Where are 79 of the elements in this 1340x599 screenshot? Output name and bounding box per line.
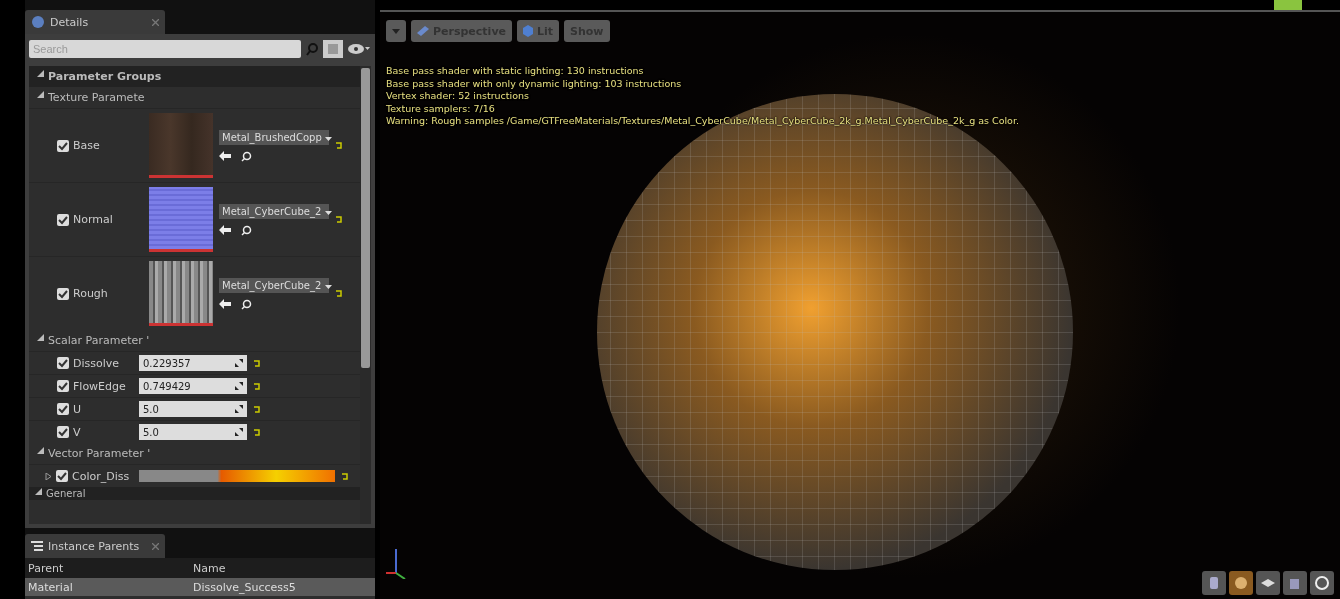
asset-dropdown[interactable]: Metal_CyberCube_2 (219, 203, 329, 219)
table-cell-text: Material (27, 580, 74, 594)
drag-arrows-icon[interactable] (235, 428, 243, 436)
parameter-label: Normal (73, 213, 113, 226)
caret-icon (392, 28, 400, 34)
collapse-triangle-icon[interactable] (37, 70, 44, 77)
parameter-label: Rough (73, 287, 108, 300)
axis-gizmo-icon (386, 549, 406, 579)
drag-arrows-icon[interactable] (235, 382, 243, 390)
column-header[interactable]: Name (193, 561, 226, 575)
asset-dropdown[interactable]: Metal_CyberCube_2 (219, 277, 329, 293)
texture-thumbnail[interactable] (149, 261, 213, 326)
table-cell: Dissolve_Success5 (193, 580, 296, 594)
parameter-label: Color_Diss (72, 469, 130, 483)
section-header[interactable]: General (29, 487, 360, 500)
preview-shape-button[interactable] (1202, 571, 1226, 595)
sphere-icon (1233, 575, 1249, 591)
stats-line: Vertex shader: 52 instructions (386, 90, 530, 103)
caret-icon (324, 284, 332, 289)
close-icon[interactable] (152, 542, 159, 550)
scrollbar-thumb[interactable] (361, 68, 370, 368)
caret-icon (324, 136, 332, 141)
close-icon[interactable] (152, 18, 159, 26)
asset-dropdown[interactable]: Metal_BrushedCopp (219, 129, 329, 145)
column-header[interactable]: Parent (25, 561, 193, 575)
drag-arrows-icon[interactable] (235, 405, 243, 413)
checkbox[interactable] (57, 213, 69, 226)
checkbox[interactable] (57, 380, 69, 392)
caret-icon (324, 210, 332, 215)
section-header[interactable]: Parameter Groups (29, 66, 360, 87)
texture-thumbnail[interactable] (149, 113, 213, 178)
group-title: Vector Parameter ' (48, 447, 151, 460)
stats-line: Texture samplers: 7/16 (386, 102, 496, 116)
preview-shape-button[interactable] (1256, 571, 1280, 595)
instance-parents-tab[interactable]: Instance Parents (25, 534, 165, 558)
parameter-label: Base (73, 139, 100, 152)
texture-thumbnail[interactable] (149, 187, 213, 252)
preview-shape-button[interactable] (1310, 571, 1334, 595)
collapse-triangle-icon[interactable] (35, 488, 42, 495)
checkbox[interactable] (57, 139, 69, 152)
search-icon[interactable] (241, 298, 252, 310)
info-icon (31, 15, 45, 29)
stats-line: Base pass shader with only dynamic lighting: 103 instructions (386, 77, 683, 91)
arrow-icon[interactable] (219, 298, 231, 309)
drag-arrows-icon[interactable] (235, 359, 243, 367)
preview-shape-button[interactable] (1283, 571, 1307, 595)
collapse-triangle-icon[interactable] (37, 334, 44, 341)
group-title: Scalar Parameter ' (48, 334, 150, 347)
eye-icon[interactable] (347, 43, 371, 55)
preview-shape-button[interactable] (1229, 571, 1253, 595)
stats-line: Base pass shader with static lighting: 130 instructions (386, 65, 645, 78)
refresh-icon (1314, 575, 1330, 591)
details-tab[interactable]: Details (25, 10, 165, 34)
parameter-label: FlowEdge (73, 379, 126, 393)
number-field[interactable]: 5.0 (139, 401, 247, 417)
checkbox[interactable] (57, 403, 69, 415)
group-title: Texture Paramete (48, 91, 145, 104)
list-icon (31, 541, 43, 551)
parameter-label: V (73, 425, 81, 439)
color-swatch[interactable] (139, 470, 335, 482)
search-field[interactable]: Search (29, 40, 301, 58)
arrow-icon[interactable] (219, 224, 231, 235)
stats-line: Warning: Rough samples /Game/GTFreeMaterials/Textures/Metal_CyberCube/Metal_CyberCube_2k_g.Metal_CyberCube_2k_g as Color. (386, 115, 1019, 128)
arrow-icon[interactable] (219, 150, 231, 161)
parameter-label: Dissolve (73, 356, 120, 370)
collapse-triangle-icon[interactable] (37, 91, 44, 98)
number-field[interactable]: 0.229357 (139, 355, 247, 371)
cube-icon (523, 25, 533, 37)
parameter-label: U (73, 402, 82, 416)
search-icon[interactable] (241, 150, 252, 162)
checkbox[interactable] (57, 287, 69, 300)
expand-triangle-icon[interactable] (45, 472, 52, 480)
search-icon[interactable] (241, 224, 252, 236)
collapse-triangle-icon[interactable] (37, 447, 44, 454)
number-field[interactable]: 0.749429 (139, 378, 247, 394)
number-field[interactable]: 5.0 (139, 424, 247, 440)
checkbox[interactable] (57, 357, 69, 369)
checkbox[interactable] (56, 470, 68, 482)
checkbox[interactable] (57, 426, 69, 438)
